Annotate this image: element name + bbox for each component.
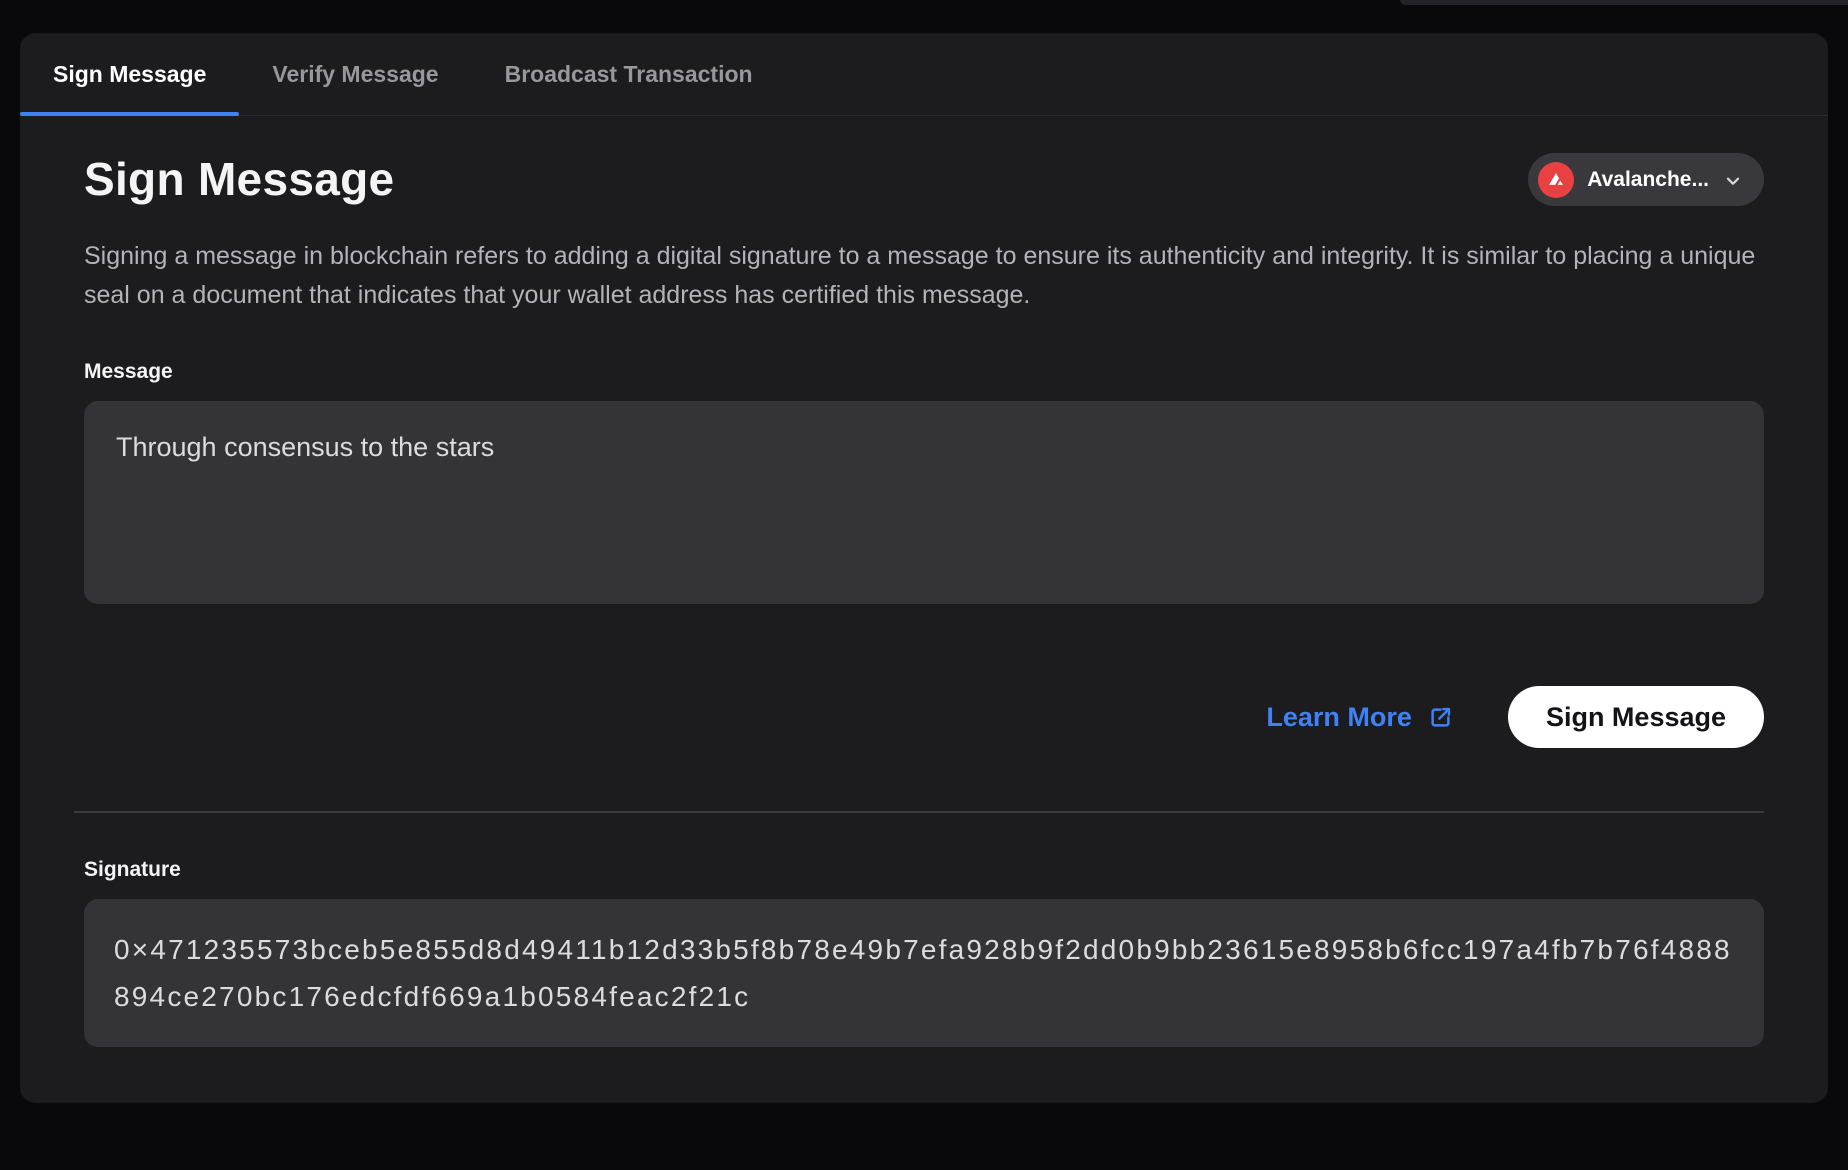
actions-row: Learn More Sign Message	[84, 686, 1764, 748]
header-row: Sign Message Avalanche...	[84, 152, 1764, 207]
tab-verify-message[interactable]: Verify Message	[239, 33, 471, 115]
network-selector-dropdown[interactable]: Avalanche...	[1528, 153, 1764, 206]
external-link-icon	[1427, 704, 1454, 731]
tab-panel-sign-message: Sign Message Avalanche...	[20, 152, 1828, 1047]
section-divider	[74, 811, 1764, 813]
avalanche-logo-icon	[1538, 162, 1574, 198]
tab-bar: Sign Message Verify Message Broadcast Tr…	[20, 33, 1828, 116]
tab-sign-message[interactable]: Sign Message	[20, 33, 239, 115]
tab-label: Verify Message	[272, 61, 438, 88]
learn-more-label: Learn More	[1266, 702, 1412, 733]
description-text: Signing a message in blockchain refers t…	[84, 237, 1764, 315]
page-title: Sign Message	[84, 152, 394, 207]
top-window-edge	[1400, 0, 1848, 5]
tab-label: Broadcast Transaction	[505, 61, 753, 88]
sign-message-card: Sign Message Verify Message Broadcast Tr…	[20, 33, 1828, 1103]
signature-label: Signature	[84, 858, 1764, 882]
signature-output[interactable]: 0×471235573bceb5e855d8d49411b12d33b5f8b7…	[84, 899, 1764, 1047]
message-label: Message	[84, 360, 1764, 384]
network-name-label: Avalanche...	[1587, 168, 1709, 192]
learn-more-link[interactable]: Learn More	[1266, 702, 1454, 733]
chevron-down-icon	[1722, 168, 1744, 192]
tab-label: Sign Message	[53, 61, 206, 88]
tab-broadcast-transaction[interactable]: Broadcast Transaction	[472, 33, 786, 115]
message-input[interactable]: Through consensus to the stars	[84, 401, 1764, 604]
sign-message-button[interactable]: Sign Message	[1508, 686, 1764, 748]
